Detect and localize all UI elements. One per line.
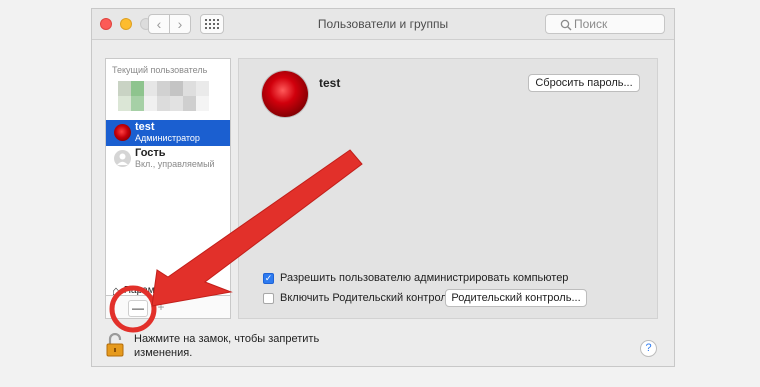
user-role: Администратор — [135, 133, 200, 143]
lock-message-line-2: изменения. — [134, 347, 193, 359]
user-role: Вкл., управляемый — [135, 159, 215, 169]
search-placeholder: Поиск — [574, 17, 608, 31]
allow-admin-row: ✓ Разрешить пользователю администрироват… — [263, 272, 568, 284]
lock-message: Нажмите на замок, чтобы запретить измене… — [134, 332, 319, 360]
titlebar: ‹ › Пользователи и группы Поиск — [92, 9, 674, 40]
user-picture[interactable] — [262, 71, 308, 117]
person-icon — [117, 153, 128, 165]
parental-controls-checkbox[interactable] — [263, 292, 274, 304]
sidebar-action-bar: — + — [105, 295, 231, 319]
lock-message-line-1: Нажмите на замок, чтобы запретить — [134, 333, 320, 345]
blurred-current-user — [118, 81, 222, 111]
user-full-name: test — [319, 76, 341, 90]
avatar — [114, 150, 131, 167]
add-user-button[interactable]: + — [152, 300, 170, 315]
unlocked-padlock-icon[interactable] — [106, 333, 126, 357]
reset-password-button[interactable]: Сбросить пароль... — [528, 74, 640, 92]
help-button[interactable]: ? — [640, 340, 657, 357]
remove-user-button[interactable]: — — [128, 300, 148, 317]
current-user-heading: Текущий пользователь — [112, 65, 208, 75]
search-icon — [560, 19, 572, 31]
user-item-guest[interactable]: Гость Вкл., управляемый — [106, 146, 230, 172]
preferences-window: ‹ › Пользователи и группы Поиск Текущий … — [92, 9, 674, 366]
user-details-panel: test Сбросить пароль... ✓ Разрешить поль… — [238, 58, 658, 319]
allow-admin-checkbox[interactable]: ✓ — [263, 272, 274, 284]
allow-admin-label: Разрешить пользователю администрировать … — [280, 272, 569, 284]
avatar — [114, 124, 131, 141]
users-sidebar: Текущий пользователь test Администратор … — [105, 58, 231, 312]
parental-controls-row: Включить Родительский контроль — [263, 292, 452, 304]
user-name: Гость — [135, 147, 166, 159]
user-name: test — [135, 121, 155, 133]
user-item-test[interactable]: test Администратор — [106, 120, 230, 146]
search-input[interactable]: Поиск — [545, 14, 665, 34]
parental-controls-label: Включить Родительский контроль — [280, 292, 453, 304]
open-parental-controls-button[interactable]: Родительский контроль... — [445, 289, 587, 307]
